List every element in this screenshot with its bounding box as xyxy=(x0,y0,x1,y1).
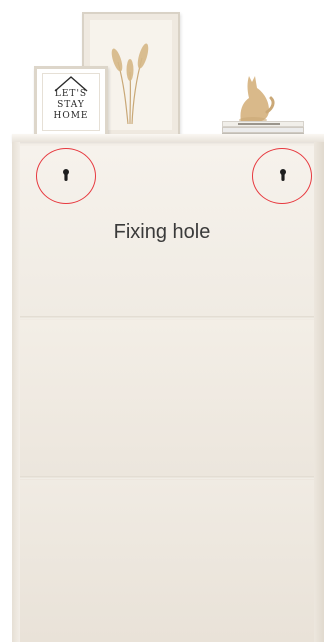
print-text: LET'S STAY HOME xyxy=(37,89,105,122)
print-line-1: LET'S xyxy=(54,89,88,99)
fixing-hole-caption: Fixing hole xyxy=(113,221,211,243)
cabinet-side-left xyxy=(12,142,20,642)
cabinet-side-right xyxy=(314,142,324,642)
panel-seam xyxy=(20,316,314,319)
small-picture-frame: LET'S STAY HOME xyxy=(34,66,108,138)
book-cover-text xyxy=(238,123,280,125)
cat-figurine xyxy=(239,76,275,123)
print-line-2: STAY xyxy=(57,100,85,110)
cabinet-top xyxy=(12,134,324,142)
panel-seam xyxy=(20,476,314,479)
product-photo: LET'S STAY HOME Fixing hole xyxy=(0,0,324,642)
print-line-3: HOME xyxy=(53,111,89,121)
fixing-hole-highlight-left xyxy=(36,148,96,204)
cabinet-panel-bottom xyxy=(20,480,314,642)
fixing-hole-highlight-right xyxy=(252,148,312,204)
cabinet-panel-middle xyxy=(20,320,314,476)
